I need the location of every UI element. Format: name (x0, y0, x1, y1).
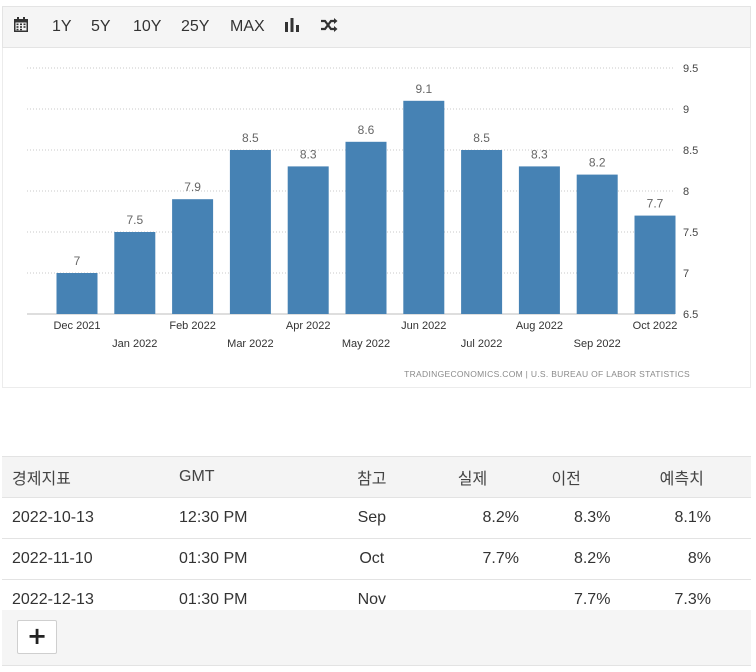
bar-value-label: 8.3 (300, 147, 317, 161)
x-tick-label: Jul 2022 (461, 338, 503, 350)
y-tick-label: 8 (683, 186, 689, 198)
bar[interactable] (345, 141, 387, 314)
chart-panel: 7 7.5 7.9 8.5 8.3 8.6 9.1 8.5 8.3 8.2 7.7 6.5 7 7.5 8… (2, 48, 751, 388)
bar-value-label: 8.2 (589, 156, 606, 170)
row-forecast: 8% (611, 538, 751, 580)
x-tick-label: Jan 2022 (112, 338, 157, 350)
x-tick-label: Dec 2021 (53, 320, 100, 332)
bar[interactable] (576, 174, 618, 314)
calendar-icon[interactable] (13, 7, 29, 47)
bar-value-label: 7.9 (184, 180, 201, 194)
table-header-row: 경제지표 GMT 참고 실제 이전 예측치 (2, 456, 751, 498)
row-actual: 8.2% (423, 497, 520, 539)
bar[interactable] (56, 273, 98, 314)
range-5y-button[interactable]: 5Y (91, 7, 111, 47)
bar-value-label: 8.5 (242, 131, 259, 145)
chart-toolbar: 1Y 5Y 10Y 25Y MAX (2, 6, 751, 48)
table-row: 2022-10-13 12:30 PM Sep 8.2% 8.3% 8.1% (2, 497, 751, 539)
y-tick-label: 7.5 (683, 227, 698, 239)
x-tick-label: Oct 2022 (633, 320, 678, 332)
col-header-indicator: 경제지표 (2, 456, 170, 498)
y-tick-label: 6.5 (683, 309, 698, 321)
bar-value-label: 9.1 (415, 82, 432, 96)
calendar-table: 경제지표 GMT 참고 실제 이전 예측치 2022-10-13 12:30 P… (2, 456, 751, 621)
row-date: 2022-10-13 (2, 497, 170, 539)
bar-value-label: 8.5 (473, 131, 490, 145)
chart-source: TRADINGECONOMICS.COM | U.S. BUREAU OF LA… (404, 369, 690, 379)
row-reference: Oct (319, 538, 424, 580)
col-header-gmt: GMT (169, 456, 320, 498)
add-button[interactable]: + (17, 620, 57, 654)
row-reference: Sep (319, 497, 424, 539)
col-header-actual: 실제 (423, 456, 520, 498)
row-actual: 7.7% (423, 538, 520, 580)
col-header-previous: 이전 (519, 456, 612, 498)
table-row: 2022-11-10 01:30 PM Oct 7.7% 8.2% 8% (2, 538, 751, 580)
x-tick-label: Sep 2022 (574, 338, 621, 350)
bar[interactable] (172, 199, 214, 314)
y-tick-label: 8.5 (683, 145, 698, 157)
range-10y-button[interactable]: 10Y (133, 7, 161, 47)
bar[interactable] (287, 166, 329, 314)
bar[interactable] (229, 150, 271, 314)
bar-value-label: 7 (74, 254, 81, 268)
bar[interactable] (403, 100, 445, 314)
x-tick-label: Aug 2022 (516, 320, 563, 332)
bar-value-label: 8.6 (358, 123, 375, 137)
row-forecast: 8.1% (611, 497, 751, 539)
y-tick-label: 7 (683, 268, 689, 280)
x-tick-label: May 2022 (342, 338, 390, 350)
row-gmt: 01:30 PM (169, 538, 320, 580)
row-date: 2022-11-10 (2, 538, 170, 580)
range-1y-button[interactable]: 1Y (52, 7, 72, 47)
y-tick-label: 9 (683, 104, 689, 116)
bar[interactable] (114, 232, 156, 314)
bar[interactable] (634, 215, 676, 314)
row-gmt: 12:30 PM (169, 497, 320, 539)
bar-value-label: 7.7 (647, 197, 664, 211)
col-header-reference: 참고 (319, 456, 424, 498)
x-tick-label: Apr 2022 (286, 320, 331, 332)
range-max-button[interactable]: MAX (230, 7, 265, 47)
bar-chart: 7 7.5 7.9 8.5 8.3 8.6 9.1 8.5 8.3 8.2 7.7 6.5 7 7.5 8… (27, 63, 698, 379)
bar-value-label: 7.5 (126, 213, 143, 227)
bar[interactable] (518, 166, 560, 314)
bar[interactable] (461, 150, 503, 314)
col-header-forecast: 예측치 (611, 456, 751, 498)
row-previous: 8.3% (519, 497, 612, 539)
x-tick-label: Mar 2022 (227, 338, 273, 350)
y-tick-label: 9.5 (683, 63, 698, 75)
row-previous: 8.2% (519, 538, 612, 580)
table-footer: + (2, 610, 751, 666)
bar-value-label: 8.3 (531, 147, 548, 161)
x-tick-label: Feb 2022 (169, 320, 215, 332)
x-tick-label: Jun 2022 (401, 320, 446, 332)
range-25y-button[interactable]: 25Y (181, 7, 209, 47)
shuffle-icon[interactable] (320, 7, 338, 47)
bar-chart-icon[interactable] (284, 7, 300, 47)
